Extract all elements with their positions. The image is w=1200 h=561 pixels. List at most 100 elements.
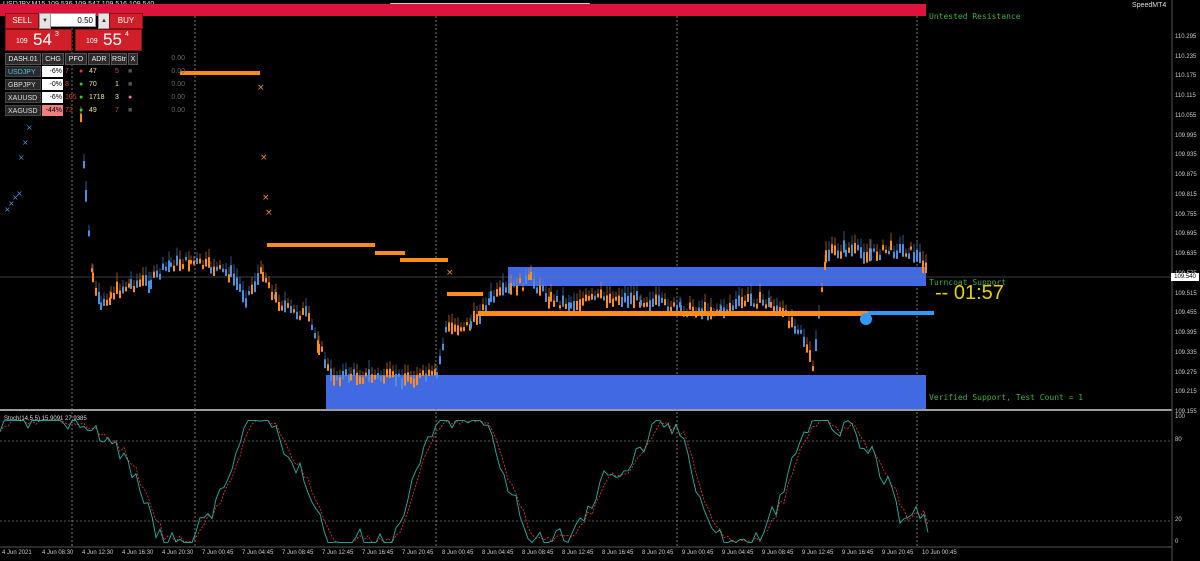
candle-body	[302, 308, 304, 316]
candle-body	[314, 333, 316, 339]
time-axis-label: 7 Jun 20:45	[402, 550, 434, 556]
dash-col-pfo[interactable]: PFO	[65, 53, 87, 65]
candle-body	[380, 376, 382, 382]
candle-body	[502, 282, 504, 296]
price-axis-label: 109.875	[1175, 172, 1197, 179]
candle-body	[130, 279, 132, 290]
price-axis-label: 109.635	[1175, 251, 1197, 258]
candle-body	[630, 292, 632, 305]
candle-body	[828, 249, 830, 262]
candle-body	[831, 244, 833, 254]
candle-body	[513, 283, 515, 287]
candle-body	[649, 300, 651, 312]
candle-body	[553, 300, 555, 307]
status-dot-icon: ●	[79, 68, 84, 75]
time-axis-label: 4 Jun 2021	[2, 550, 32, 556]
x-marker: ×	[446, 268, 454, 278]
dash-value: 0.00	[171, 107, 185, 114]
candle-body	[902, 244, 904, 257]
dash-col-adr[interactable]: ADR	[88, 53, 110, 65]
candle-body	[119, 290, 121, 299]
candle-body	[550, 291, 552, 302]
dash-col-rstr[interactable]: RStr	[111, 53, 127, 65]
time-axis-label: 9 Jun 12:45	[802, 550, 834, 556]
price-axis-label: 110.295	[1175, 34, 1197, 40]
dash-symbol[interactable]: XAGUSD	[5, 105, 41, 116]
price-axis-label: 109.215	[1175, 389, 1197, 396]
candle-body	[643, 302, 645, 307]
candle-body	[905, 253, 907, 257]
orange-level-line	[478, 311, 868, 316]
candle-body	[493, 296, 495, 303]
dashboard-row[interactable]: XAUUSD -6% 105 ● 1718 3 ● 0.00	[5, 92, 187, 104]
dash-symbol[interactable]: USDJPY	[5, 66, 41, 77]
candle-body	[825, 250, 827, 263]
candle-body	[618, 295, 620, 306]
candle-body	[125, 286, 127, 292]
dashboard-row[interactable]: XAGUSD -44% 72 ● 49 7 ■ 0.00	[5, 105, 187, 117]
candle-body	[239, 283, 241, 292]
price-axis-label: 109.935	[1175, 152, 1197, 159]
x-marker: ×	[262, 193, 270, 203]
candle-body	[103, 298, 105, 306]
dashboard-row[interactable]: GBPJPY -0% 8 ● 70 1 ■ 0.00	[5, 79, 187, 91]
candle-body	[753, 303, 755, 307]
dash-close-icon[interactable]: X	[128, 53, 138, 65]
buy-quote-button[interactable]: 109 55 4	[75, 29, 142, 51]
dash-col-chg[interactable]: CHG	[42, 53, 64, 65]
candle-body	[857, 244, 859, 251]
candle-body	[179, 259, 181, 272]
buy-button[interactable]: BUY	[109, 13, 143, 29]
candle-body	[840, 251, 842, 259]
dash-tab-dash01[interactable]: DASH.01	[5, 53, 41, 65]
candle-body	[199, 258, 201, 264]
orange-level-line	[375, 251, 405, 255]
dash-symbol[interactable]: GBPJPY	[5, 79, 41, 90]
candle-body	[636, 291, 638, 301]
candle-body	[136, 280, 138, 288]
candle-body	[188, 259, 190, 272]
candle-body	[416, 375, 418, 386]
candle-body	[603, 296, 605, 301]
current-price-tag: 109.540	[1171, 273, 1199, 281]
candle-body	[245, 298, 247, 308]
sell-button[interactable]: SELL	[5, 13, 39, 29]
orange-level-line	[267, 243, 375, 247]
candle-body	[383, 375, 385, 384]
candle-body	[676, 305, 678, 311]
dash-symbol[interactable]: XAUUSD	[5, 92, 41, 103]
candle-body	[83, 160, 85, 169]
candle-body	[815, 339, 817, 352]
candle-body	[133, 285, 135, 293]
time-axis-label: 7 Jun 16:45	[362, 550, 394, 556]
candle-body	[233, 273, 235, 286]
candle-body	[205, 258, 207, 267]
candle-body	[627, 295, 629, 308]
dash-value: 0.00	[171, 68, 185, 75]
candle-body	[333, 375, 335, 386]
candle-body	[248, 290, 250, 295]
candle-body	[536, 287, 538, 294]
lot-size-input[interactable]: 0.50	[50, 13, 96, 27]
dash-value: 0.00	[171, 94, 185, 101]
candle-body	[910, 246, 912, 250]
trading-chart-window: USDJPY,M15 109.536 109.547 109.516 109.5…	[0, 0, 1200, 561]
candle-body	[913, 252, 915, 263]
dashboard-row[interactable]: USDJPY -6% 7 ● 47 5 ■ 0.00	[5, 66, 187, 78]
candle-body	[640, 299, 642, 306]
candle-body	[673, 302, 675, 307]
stoch-level-100: 100	[1175, 414, 1186, 420]
status-dot-icon: ●	[79, 107, 84, 114]
candle-body	[582, 298, 584, 306]
candle-body	[750, 293, 752, 306]
candle-body	[392, 371, 394, 378]
candle-body	[216, 266, 218, 271]
candle-body	[419, 373, 421, 378]
x-marker: ×	[16, 189, 23, 198]
candle-body	[208, 257, 210, 268]
candle-body	[254, 281, 256, 293]
candle-body	[794, 325, 796, 334]
sell-quote-button[interactable]: 109 54 3	[5, 29, 72, 51]
candle-body	[299, 315, 301, 320]
candle-body	[600, 289, 602, 299]
